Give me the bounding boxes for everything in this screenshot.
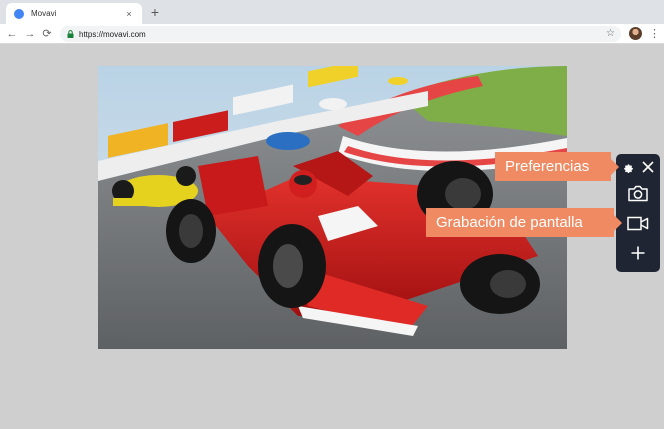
add-button[interactable] [626,243,650,263]
bookmark-star-icon[interactable]: ☆ [606,26,615,42]
screen-recording-callout-text: Grabación de pantalla [436,214,583,231]
address-bar[interactable]: https://movavi.com ☆ [60,26,621,42]
video-camera-icon [627,216,649,230]
preferences-callout: Preferencias [495,152,619,181]
browser-toolbar: ← → ⟳ https://movavi.com ☆ ⋮ [0,24,664,44]
forward-button[interactable]: → [23,27,37,41]
screenshot-button[interactable] [624,182,652,204]
profile-avatar[interactable] [629,27,642,40]
reload-button[interactable]: ⟳ [40,27,54,41]
callout-arrow [611,158,619,175]
url-text: https://movavi.com [79,29,146,39]
browser-tab[interactable]: Movavi × [6,3,142,24]
preferences-callout-text: Preferencias [505,158,590,175]
tab-title: Movavi [31,9,57,18]
callout-arrow [614,214,622,231]
back-button[interactable]: ← [5,27,19,41]
camera-icon [628,185,648,201]
browser-menu-icon[interactable]: ⋮ [649,27,660,41]
screen-recording-button[interactable] [624,212,652,234]
gear-icon [623,163,633,173]
close-icon [642,161,654,173]
favicon-icon [14,8,24,19]
new-tab-button[interactable]: + [148,4,162,20]
plus-icon [631,246,645,260]
tab-close-button[interactable]: × [124,9,134,19]
tab-strip: Movavi × + [0,0,664,24]
lock-icon [67,30,74,38]
screen-recording-callout: Grabación de pantalla [426,208,622,237]
close-button[interactable] [640,159,656,175]
capture-panel [616,154,660,272]
settings-button[interactable] [620,160,636,176]
